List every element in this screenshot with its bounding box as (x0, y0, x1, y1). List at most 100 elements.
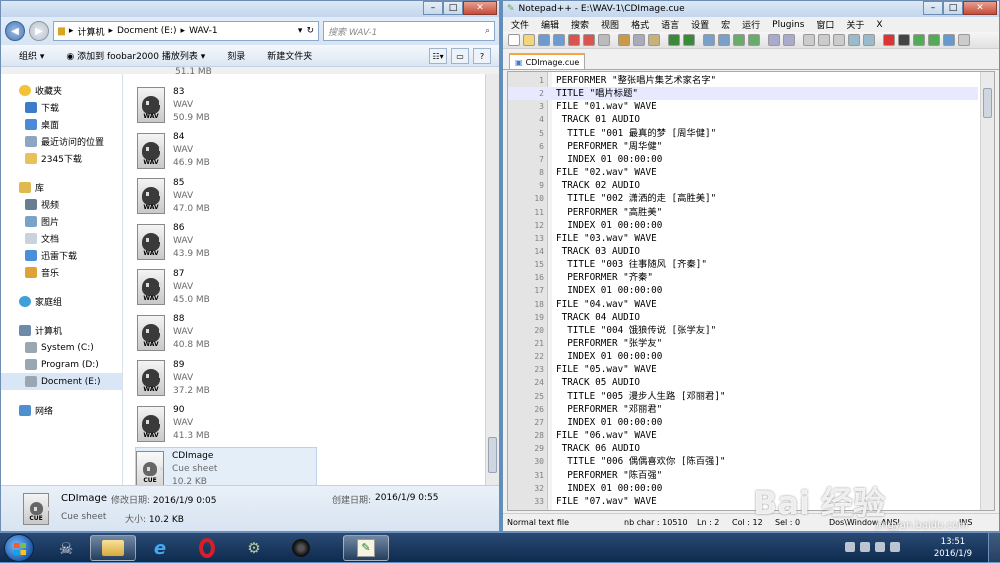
editor-line[interactable]: 23 FILE "05.wav" WAVE (508, 363, 978, 376)
open-file-icon[interactable] (523, 34, 535, 46)
taskbar-notepadpp[interactable]: ✎ (343, 535, 389, 561)
editor-line[interactable]: 4 TRACK 01 AUDIO (508, 113, 978, 126)
show-desktop-button[interactable] (988, 533, 1000, 563)
editor-scrollbar[interactable] (980, 72, 994, 510)
editor-line[interactable]: 19 TRACK 04 AUDIO (508, 311, 978, 324)
help-icon[interactable]: ? (473, 48, 491, 64)
all-chars-icon[interactable] (818, 34, 830, 46)
menu-item[interactable]: 运行 (742, 18, 760, 31)
nav-documents[interactable]: 文档 (1, 230, 122, 247)
undo-icon[interactable] (668, 34, 680, 46)
menu-item[interactable]: 文件 (511, 18, 529, 31)
run-macro-icon[interactable] (928, 34, 940, 46)
editor-line[interactable]: 10 TITLE "002 潇洒的走 [高胜美]" (508, 192, 978, 205)
organize-button[interactable]: 组织 ▾ (19, 49, 44, 62)
nav-downloads[interactable]: 下载 (1, 99, 122, 116)
editor-line[interactable]: 18 FILE "04.wav" WAVE (508, 298, 978, 311)
editor-line[interactable]: 3 FILE "01.wav" WAVE (508, 100, 978, 113)
editor-line[interactable]: 15 TITLE "003 往事随风 [齐秦]" (508, 258, 978, 271)
editor-line[interactable]: 11 PERFORMER "高胜美" (508, 206, 978, 219)
taskbar-opera[interactable] (184, 535, 230, 561)
editor-line[interactable]: 25 TITLE "005 漫步人生路 [邓丽君]" (508, 390, 978, 403)
editor-line[interactable]: 22 INDEX 01 00:00:00 (508, 350, 978, 363)
menu-item[interactable]: Plugins (772, 20, 804, 30)
file-item[interactable]: WAV 85 WAV 47.0 MB (137, 174, 317, 218)
nav-pictures[interactable]: 图片 (1, 213, 122, 230)
doc-map-icon[interactable] (863, 34, 875, 46)
file-item[interactable]: WAV 88 WAV 40.8 MB (137, 311, 317, 355)
editor-line[interactable]: 20 TITLE "004 饿狼传说 [张学友]" (508, 324, 978, 337)
nav-homegroup[interactable]: 家庭组 (1, 293, 122, 310)
menu-item[interactable]: 窗口 (816, 18, 834, 31)
find-icon[interactable] (703, 34, 715, 46)
save-icon[interactable] (538, 34, 550, 46)
file-item[interactable]: WAV 89 WAV 37.2 MB (137, 356, 317, 400)
file-item[interactable]: WAV 90 WAV 41.3 MB (137, 402, 317, 446)
text-editor[interactable]: 1 PERFORMER "整张唱片集艺术家名字" 2 TITLE "唱片标题" 3 FIL… (507, 71, 995, 511)
start-button[interactable] (4, 534, 34, 562)
editor-line[interactable]: 24 TRACK 05 AUDIO (508, 376, 978, 389)
back-button[interactable]: ◀ (5, 21, 25, 41)
editor-line[interactable]: 17 INDEX 01 00:00:00 (508, 284, 978, 297)
scrollbar-thumb[interactable] (488, 437, 497, 473)
address-bar[interactable]: ▆ ▸ 计算机 ▸ Docment (E:) ▸ WAV-1 ▾ ↻ (53, 21, 319, 41)
nav-drive-c[interactable]: System (C:) (1, 339, 122, 356)
menu-item[interactable]: 设置 (691, 18, 709, 31)
minimize-button[interactable]: – (423, 1, 443, 15)
zoom-in-icon[interactable] (733, 34, 745, 46)
editor-line[interactable]: 28 FILE "06.wav" WAVE (508, 429, 978, 442)
record-macro-icon[interactable] (883, 34, 895, 46)
network-icon[interactable] (890, 542, 900, 552)
maximize-button[interactable]: □ (443, 1, 463, 15)
stop-record-icon[interactable] (898, 34, 910, 46)
sync-h-icon[interactable] (783, 34, 795, 46)
notepad-titlebar[interactable]: ✎ Notepad++ - E:\WAV-1\CDImage.cue – □ ✕ (503, 1, 999, 17)
nav-music[interactable]: 音乐 (1, 264, 122, 281)
menu-item[interactable]: X (876, 20, 882, 30)
editor-line[interactable]: 27 INDEX 01 00:00:00 (508, 416, 978, 429)
editor-line[interactable]: 29 TRACK 06 AUDIO (508, 442, 978, 455)
editor-line[interactable]: 6 PERFORMER "周华健" (508, 140, 978, 153)
nav-drive-d[interactable]: Program (D:) (1, 356, 122, 373)
editor-line[interactable]: 8 FILE "02.wav" WAVE (508, 166, 978, 179)
close-button[interactable]: ✕ (963, 1, 997, 15)
menu-item[interactable]: 搜索 (571, 18, 589, 31)
forward-button[interactable]: ▶ (29, 21, 49, 41)
editor-line[interactable]: 14 TRACK 03 AUDIO (508, 245, 978, 258)
taskbar-foobar[interactable]: ☠ (43, 535, 89, 561)
taskbar-explorer[interactable] (90, 535, 136, 561)
close-button[interactable]: ✕ (463, 1, 497, 15)
nav-desktop[interactable]: 桌面 (1, 116, 122, 133)
preview-pane-icon[interactable]: ▭ (451, 48, 469, 64)
nav-recent[interactable]: 最近访问的位置 (1, 133, 122, 150)
clock[interactable]: 13:51 2016/1/9 (934, 536, 972, 560)
breadcrumb-item[interactable]: Docment (E:) (117, 26, 177, 36)
dropdown-icon[interactable]: ▾ (298, 26, 303, 36)
indent-guide-icon[interactable] (833, 34, 845, 46)
file-item[interactable]: WAV 87 WAV 45.0 MB (137, 265, 317, 309)
volume-icon[interactable] (875, 542, 885, 552)
tray-icon[interactable] (860, 542, 870, 552)
explorer-titlebar[interactable]: – □ ✕ (1, 1, 499, 17)
menu-item[interactable]: 编辑 (541, 18, 559, 31)
nav-libraries[interactable]: 库 (1, 179, 122, 196)
editor-line[interactable]: 9 TRACK 02 AUDIO (508, 179, 978, 192)
save-all-icon[interactable] (553, 34, 565, 46)
menu-item[interactable]: 格式 (631, 18, 649, 31)
file-item[interactable]: WAV 86 WAV 43.9 MB (137, 220, 317, 264)
editor-line[interactable]: 16 PERFORMER "齐秦" (508, 271, 978, 284)
editor-line[interactable]: 26 PERFORMER "邓丽君" (508, 403, 978, 416)
print-icon[interactable] (598, 34, 610, 46)
scrollbar-thumb[interactable] (983, 88, 992, 118)
extra-icon[interactable] (958, 34, 970, 46)
maximize-button[interactable]: □ (943, 1, 963, 15)
taskbar-ie[interactable]: e (137, 535, 183, 561)
editor-line[interactable]: 5 TITLE "001 最真的梦 [周华健]" (508, 127, 978, 140)
breadcrumb-item[interactable]: WAV-1 (189, 26, 218, 36)
search-input[interactable]: 搜索 WAV-1 ⌕ (323, 21, 495, 41)
play-macro-icon[interactable] (913, 34, 925, 46)
menu-item[interactable]: 语言 (661, 18, 679, 31)
nav-drive-e[interactable]: Docment (E:) (1, 373, 122, 390)
sync-v-icon[interactable] (768, 34, 780, 46)
file-item[interactable]: WAV 84 WAV 46.9 MB (137, 129, 317, 173)
